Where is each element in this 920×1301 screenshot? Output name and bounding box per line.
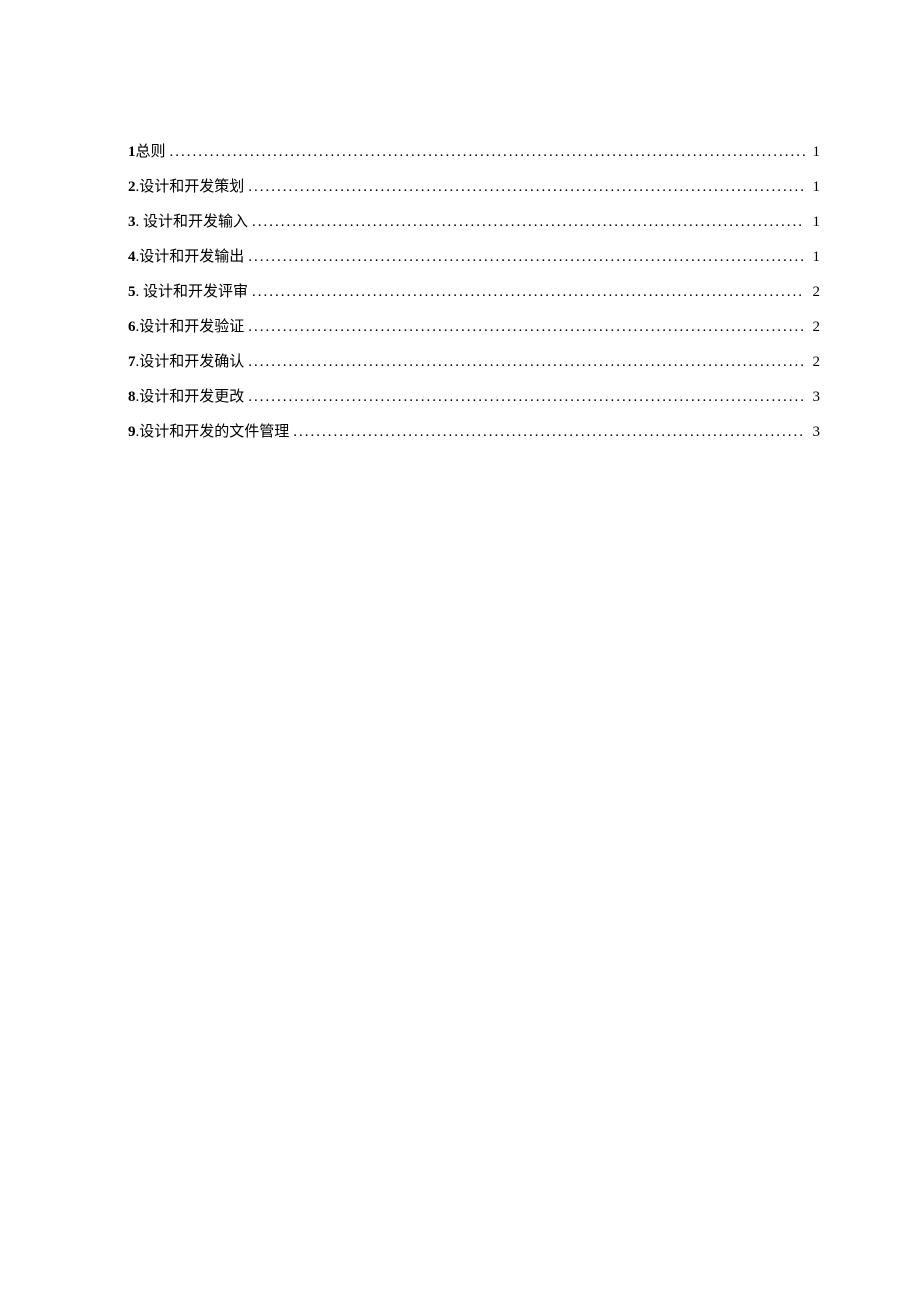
toc-page: 1 <box>809 179 821 196</box>
toc-page: 2 <box>809 284 821 301</box>
toc-title: .设计和开发策划 <box>136 175 245 196</box>
toc-page: 2 <box>809 319 821 336</box>
toc-title: . 设计和开发评审 <box>136 280 249 301</box>
toc-title: .设计和开发的文件管理 <box>136 420 290 441</box>
toc-number: 5 <box>128 284 136 301</box>
toc-title: .设计和开发验证 <box>136 315 245 336</box>
toc-dots <box>170 144 805 161</box>
toc-title: .设计和开发更改 <box>136 385 245 406</box>
toc-page: 1 <box>809 249 821 266</box>
toc-dots <box>248 179 804 196</box>
toc-entry[interactable]: 5 . 设计和开发评审 2 <box>128 280 820 301</box>
toc-number: 1 <box>128 144 136 161</box>
toc-title: 总则 <box>136 140 166 161</box>
toc-number: 7 <box>128 354 136 371</box>
toc-entry[interactable]: 4 .设计和开发输出 1 <box>128 245 820 266</box>
toc-entry[interactable]: 9 .设计和开发的文件管理 3 <box>128 420 820 441</box>
toc-entry[interactable]: 7 .设计和开发确认 2 <box>128 350 820 371</box>
toc-entry[interactable]: 1 总则 1 <box>128 140 820 161</box>
toc-dots <box>248 389 804 406</box>
toc-dots <box>252 214 804 231</box>
toc-container: 1 总则 1 2 .设计和开发策划 1 3 . 设计和开发输入 1 4 .设计和… <box>128 140 820 441</box>
toc-page: 1 <box>809 214 821 231</box>
toc-page: 2 <box>809 354 821 371</box>
toc-entry[interactable]: 6 .设计和开发验证 2 <box>128 315 820 336</box>
toc-dots <box>252 284 804 301</box>
toc-number: 4 <box>128 249 136 266</box>
toc-dots <box>293 424 804 441</box>
toc-title: . 设计和开发输入 <box>136 210 249 231</box>
toc-entry[interactable]: 2 .设计和开发策划 1 <box>128 175 820 196</box>
toc-number: 3 <box>128 214 136 231</box>
toc-number: 9 <box>128 424 136 441</box>
toc-page: 3 <box>809 424 821 441</box>
toc-page: 3 <box>809 389 821 406</box>
toc-dots <box>248 249 804 266</box>
toc-title: .设计和开发输出 <box>136 245 245 266</box>
toc-dots <box>248 319 804 336</box>
toc-number: 8 <box>128 389 136 406</box>
toc-dots <box>248 354 804 371</box>
toc-page: 1 <box>809 144 821 161</box>
toc-entry[interactable]: 3 . 设计和开发输入 1 <box>128 210 820 231</box>
toc-number: 2 <box>128 179 136 196</box>
toc-entry[interactable]: 8 .设计和开发更改 3 <box>128 385 820 406</box>
toc-number: 6 <box>128 319 136 336</box>
toc-title: .设计和开发确认 <box>136 350 245 371</box>
